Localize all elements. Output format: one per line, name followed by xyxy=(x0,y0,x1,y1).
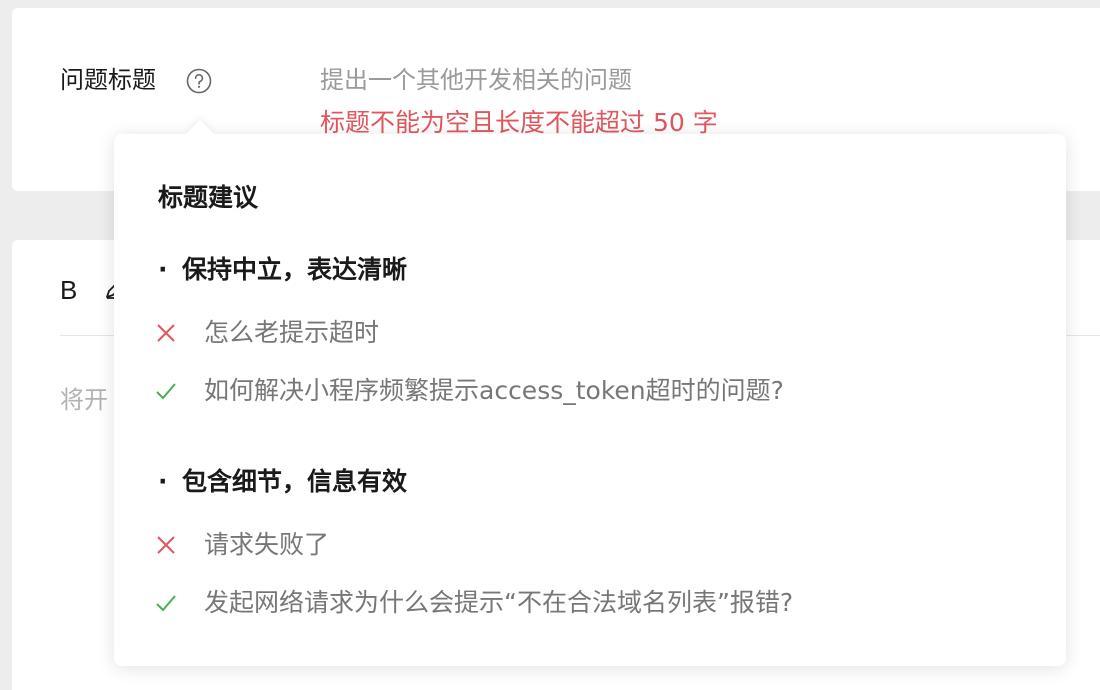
bullet: · xyxy=(158,255,168,284)
bold-button[interactable]: B xyxy=(60,274,77,306)
section-heading-neutral: · 保持中立，表达清晰 xyxy=(158,254,407,286)
section-heading-text: 包含细节，信息有效 xyxy=(182,467,408,496)
section-heading-text: 保持中立，表达清晰 xyxy=(182,255,408,284)
section-heading-detail: · 包含细节，信息有效 xyxy=(158,466,407,498)
good-example-text: 如何解决小程序频繁提示access_token超时的问题? xyxy=(204,376,784,405)
editor-placeholder[interactable]: 将开 xyxy=(60,384,108,416)
cross-icon xyxy=(157,536,175,554)
check-icon xyxy=(156,383,176,400)
question-circle-icon[interactable] xyxy=(186,68,212,94)
title-input[interactable] xyxy=(320,64,1020,96)
popover-title: 标题建议 xyxy=(158,183,259,212)
title-suggestion-popover: 标题建议 · 保持中立，表达清晰 怎么老提示超时 如何解决小程序频繁提示acces… xyxy=(114,119,1066,666)
check-icon xyxy=(156,595,176,612)
cross-icon xyxy=(157,324,175,342)
good-example-text: 发起网络请求为什么会提示“不在合法域名列表”报错? xyxy=(204,588,794,617)
title-label: 问题标题 xyxy=(60,66,156,94)
bad-example-text: 怎么老提示超时 xyxy=(204,318,380,347)
bad-example-text: 请求失败了 xyxy=(204,530,330,559)
bullet: · xyxy=(158,467,168,496)
